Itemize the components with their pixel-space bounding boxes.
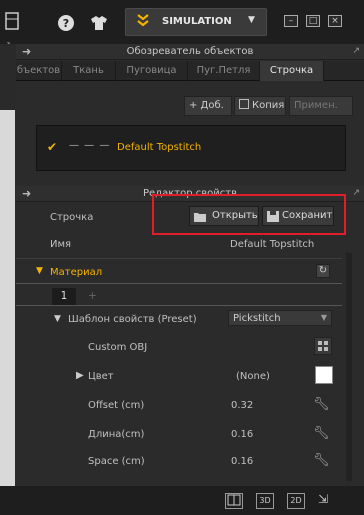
simulation-label: SIMULATION xyxy=(162,16,232,27)
copy-button[interactable]: Копия xyxy=(234,96,286,116)
svg-text:?: ? xyxy=(63,17,69,30)
stitch-label: Строчка xyxy=(50,212,94,223)
minimize-icon[interactable]: – xyxy=(284,15,298,27)
wrench-icon[interactable]: 🔧︎ xyxy=(313,453,330,468)
preset-value: Pickstitch xyxy=(233,313,281,324)
offset-label: Offset (cm) xyxy=(88,400,145,411)
popout-icon[interactable]: ↗ xyxy=(352,188,360,198)
apply-button[interactable]: Примен. xyxy=(289,96,353,116)
length-value[interactable]: 0.16 xyxy=(231,429,253,440)
highlight-box xyxy=(152,194,346,235)
divider xyxy=(16,258,342,259)
item-name: Default Topstitch xyxy=(117,142,202,153)
add-button[interactable]: + Доб. xyxy=(184,96,232,116)
expand-icon[interactable]: ⇲ xyxy=(318,492,328,506)
tab-buttonhole[interactable]: Пуг.Петля xyxy=(188,61,260,81)
check-icon: ✔ xyxy=(47,140,58,154)
material-section-label[interactable]: Материал xyxy=(50,267,102,278)
add-material-tab[interactable]: + xyxy=(88,290,97,302)
object-list: ✔ — — — Default Topstitch xyxy=(36,125,346,171)
refresh-icon[interactable]: ↻ xyxy=(316,264,330,278)
color-swatch[interactable] xyxy=(315,366,333,384)
dropdown-icon[interactable]: ▼ xyxy=(248,15,255,25)
stitch-line-preview: — — — xyxy=(69,140,111,151)
tab-topstitch[interactable]: Строчка xyxy=(260,61,324,81)
tab-objects[interactable]: бъектов xyxy=(16,61,62,81)
layout-icon[interactable] xyxy=(4,12,20,30)
scrollbar[interactable] xyxy=(346,253,352,481)
space-value[interactable]: 0.16 xyxy=(231,456,253,467)
avatar-icon[interactable] xyxy=(88,14,110,32)
preset-label: Шаблон свойств (Preset) xyxy=(68,314,197,325)
divider xyxy=(16,283,342,284)
top-toolbar: ? SIMULATION ▼ – □ × ↗ xyxy=(0,0,364,49)
color-value: (None) xyxy=(236,371,270,382)
object-browser-header: ➜ Обозреватель объектов ↗ xyxy=(16,44,364,60)
view-3d-button[interactable]: 3D xyxy=(256,493,274,509)
divider xyxy=(16,305,342,306)
object-tabs: бъектов Ткань Пуговица Пуг.Петля Строчка xyxy=(16,61,364,81)
name-label: Имя xyxy=(50,239,72,250)
bottom-bar: 3D 2D ⇲ xyxy=(0,486,364,515)
view-2d-button[interactable]: 2D xyxy=(287,493,305,509)
simulation-button[interactable]: SIMULATION ▼ xyxy=(125,8,267,36)
color-label: Цвет xyxy=(88,371,114,382)
object-browser-title: Обозреватель объектов xyxy=(126,46,254,57)
split-view-icon[interactable] xyxy=(225,493,243,509)
close-icon[interactable]: × xyxy=(328,15,342,27)
custom-obj-label: Custom OBJ xyxy=(88,342,148,353)
wrench-icon[interactable]: 🔧︎ xyxy=(313,426,330,441)
material-tab-1[interactable]: 1 xyxy=(52,288,76,305)
popout-icon[interactable]: ↗ xyxy=(352,46,360,56)
copy-icon xyxy=(239,99,249,109)
offset-value[interactable]: 0.32 xyxy=(231,400,253,411)
copy-label: Копия xyxy=(252,100,285,111)
preset-select[interactable]: Pickstitch ▼ xyxy=(228,310,332,326)
name-value[interactable]: Default Topstitch xyxy=(230,239,314,250)
maximize-icon[interactable]: □ xyxy=(306,15,320,27)
simulation-chevron-icon xyxy=(136,13,150,33)
length-label: Длина(cm) xyxy=(88,429,145,440)
expand-arrow-icon[interactable]: ▼ xyxy=(54,314,61,324)
chevron-down-icon: ▼ xyxy=(320,313,327,322)
wrench-icon[interactable]: 🔧︎ xyxy=(313,397,330,412)
grid-icon[interactable] xyxy=(314,337,332,355)
space-label: Space (cm) xyxy=(88,456,145,467)
expand-arrow-icon[interactable]: ▶ xyxy=(76,370,84,381)
expand-arrow-icon[interactable]: ▼ xyxy=(36,266,43,276)
list-item[interactable]: ✔ — — — Default Topstitch xyxy=(37,126,345,170)
viewport-grid xyxy=(0,110,15,486)
tab-button[interactable]: Пуговица xyxy=(116,61,188,81)
tab-fabric[interactable]: Ткань xyxy=(62,61,116,81)
help-icon[interactable]: ? xyxy=(57,14,75,32)
